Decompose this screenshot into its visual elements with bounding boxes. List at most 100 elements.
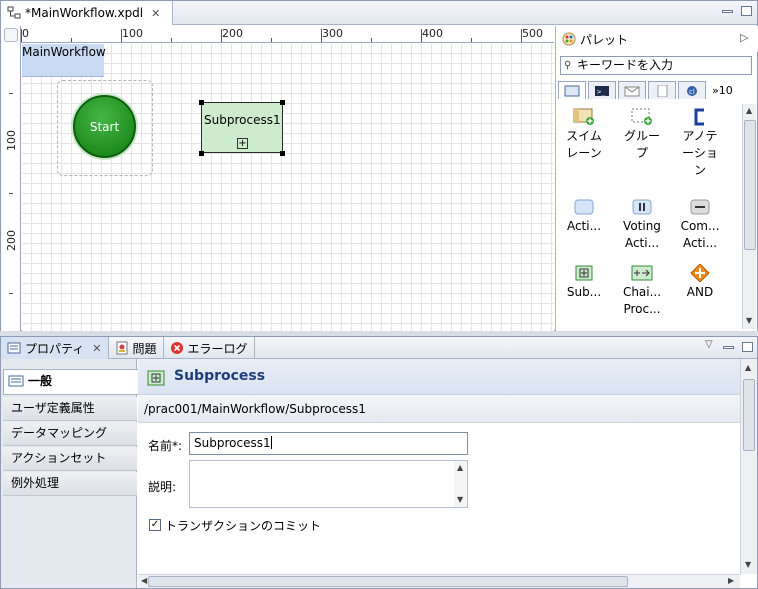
properties-content: Subprocess /prac001/MainWorkflow/Subproc… (138, 359, 740, 574)
start-event[interactable]: Start (73, 95, 136, 158)
tab-problems-label: 問題 (132, 341, 157, 356)
side-tab-label: ユーザ定義属性 (11, 401, 95, 415)
palette-item-label: スイム レーン (566, 129, 602, 160)
palette-item-label: Chai... Proc... (622, 285, 662, 316)
palette-item-activity[interactable]: Acti... (556, 198, 612, 235)
subprocess-label: Subprocess1 (204, 113, 281, 127)
resize-handle-nw[interactable] (199, 100, 204, 105)
palette-item-voting-activity[interactable]: Voting Acti... (614, 198, 670, 252)
rectangle-icon (564, 85, 580, 96)
service-icon: cl (687, 85, 697, 96)
minimize-properties-icon[interactable] (723, 346, 734, 349)
palette-tab-document[interactable] (648, 81, 676, 99)
properties-horizontal-thumb[interactable] (148, 576, 628, 587)
palette-items: スイム レーン グルー プ アノテ ーショ ン Acti... Voting A… (556, 104, 742, 329)
palette-item-subprocess[interactable]: Sub... (556, 264, 612, 301)
ruler-minor-tick (371, 38, 372, 42)
ruler-minor-tick (271, 38, 272, 42)
palette-item-group[interactable]: グルー プ (614, 108, 670, 162)
palette-item-and-gateway[interactable]: AND (672, 264, 728, 301)
resize-handle-sw[interactable] (199, 151, 204, 156)
ruler-label: 100 (122, 27, 143, 40)
scroll-down-icon[interactable]: ▼ (457, 495, 463, 504)
ruler-label: 100 (5, 130, 18, 151)
vertical-ruler: 100 200 (1, 26, 21, 331)
horizontal-ruler: 0 100 200 300 400 500 (21, 26, 554, 43)
scroll-down-icon[interactable]: ▼ (746, 316, 752, 325)
ruler-minor-tick (471, 38, 472, 42)
diagram-canvas[interactable]: MainWorkflow Start Subprocess1 + (22, 44, 554, 331)
palette-tab-tool[interactable]: >_ (588, 81, 616, 99)
palette-scroll-thumb[interactable] (744, 120, 756, 250)
side-tab-user-attributes[interactable]: ユーザ定義属性 (3, 397, 137, 421)
minimize-editor-icon[interactable] (722, 10, 733, 13)
name-value: Subprocess1 (194, 436, 271, 450)
palette-tab-mail[interactable] (618, 81, 646, 99)
tab-error-log[interactable]: エラーログ (164, 337, 255, 359)
description-field[interactable]: ▲ ▼ (189, 460, 468, 508)
side-tab-data-mapping[interactable]: データマッピング (3, 422, 137, 446)
swimlane-icon (573, 108, 594, 125)
scroll-up-icon[interactable]: ▲ (457, 463, 463, 472)
palette-item-label: グルー プ (623, 129, 660, 160)
xpdl-file-icon (7, 6, 21, 19)
activity-icon (574, 199, 594, 215)
close-tab-icon[interactable]: ✕ (92, 342, 101, 355)
side-tab-action-set[interactable]: アクションセット (3, 447, 137, 471)
palette-search-input[interactable]: ⚲ キーワードを入力 (560, 56, 752, 75)
side-tab-general[interactable]: 一般 (3, 369, 138, 395)
editor-tab[interactable]: *MainWorkflow.xpdl ✕ (1, 1, 173, 25)
palette-item-label: Com... Acti... (680, 219, 720, 250)
scroll-left-icon[interactable]: ◀ (141, 576, 147, 585)
tab-problems[interactable]: 問題 (109, 337, 164, 359)
palette-tab-service[interactable]: cl (678, 81, 706, 99)
subprocess-node[interactable]: Subprocess1 + (201, 102, 283, 153)
svg-text:cl: cl (689, 88, 695, 96)
resize-handle-se[interactable] (280, 151, 285, 156)
tab-properties[interactable]: プロパティ ✕ (1, 337, 109, 359)
general-icon (8, 375, 24, 387)
annotation-icon (694, 108, 704, 126)
scroll-up-icon[interactable]: ▲ (746, 106, 752, 115)
voting-activity-icon (632, 199, 652, 215)
side-tab-exception-handling[interactable]: 例外処理 (3, 472, 137, 496)
scroll-down-icon[interactable]: ▼ (745, 560, 751, 569)
properties-vertical-scrollbar[interactable]: ▲ ▼ (740, 359, 757, 574)
collapse-palette-icon[interactable]: ▷ (740, 31, 748, 44)
palette-item-compensation-activity[interactable]: Com... Acti... (672, 198, 728, 252)
ruler-minor-tick (9, 93, 13, 94)
palette-item-swimlane[interactable]: スイム レーン (556, 108, 612, 162)
palette-panel: パレット ▷ ⚲ キーワードを入力 >_ cl »10 スイム レーン グルー … (555, 26, 758, 331)
editor-tabbar: *MainWorkflow.xpdl ✕ (1, 1, 757, 25)
description-scrollbar[interactable]: ▲ ▼ (454, 461, 467, 507)
expand-subprocess-icon[interactable]: + (237, 138, 248, 149)
palette-header: パレット ▷ (556, 26, 758, 52)
palette-item-label: Sub... (566, 285, 602, 299)
palette-tab-overflow[interactable]: »10 (712, 84, 733, 97)
palette-scrollbar[interactable]: ▲ ▼ (742, 104, 756, 329)
console-icon: >_ (595, 85, 609, 96)
scroll-right-icon[interactable]: ▶ (728, 576, 734, 585)
description-label: 説明: (148, 480, 177, 494)
palette-tab-general[interactable] (558, 81, 586, 99)
view-menu-icon[interactable]: ▽ (705, 339, 713, 350)
error-log-icon (170, 342, 183, 354)
ruler-label: 300 (322, 27, 343, 40)
properties-vertical-thumb[interactable] (743, 379, 755, 451)
commit-checkbox[interactable]: ✓ (149, 519, 161, 531)
palette-item-chained-process[interactable]: Chai... Proc... (614, 264, 670, 318)
properties-horizontal-scrollbar[interactable]: ◀ ▶ (138, 574, 740, 588)
side-tab-general-label: 一般 (28, 374, 53, 388)
pool-lane[interactable]: MainWorkflow (22, 44, 106, 77)
compensation-activity-icon (690, 199, 710, 215)
scroll-up-icon[interactable]: ▲ (745, 363, 751, 372)
properties-view: プロパティ ✕ 問題 エラーログ ▽ 一般 ユーザ定義属性 データマッピング ア… (0, 336, 758, 589)
name-field[interactable]: Subprocess1 (189, 432, 468, 455)
close-tab-icon[interactable]: ✕ (151, 7, 160, 20)
maximize-editor-icon[interactable] (741, 6, 752, 16)
resize-handle-ne[interactable] (280, 100, 285, 105)
palette-item-annotation[interactable]: アノテ ーショ ン (672, 108, 728, 179)
properties-header: Subprocess (138, 359, 740, 395)
properties-sidebar: 一般 ユーザ定義属性 データマッピング アクションセット 例外処理 (1, 359, 138, 588)
maximize-properties-icon[interactable] (742, 342, 753, 352)
